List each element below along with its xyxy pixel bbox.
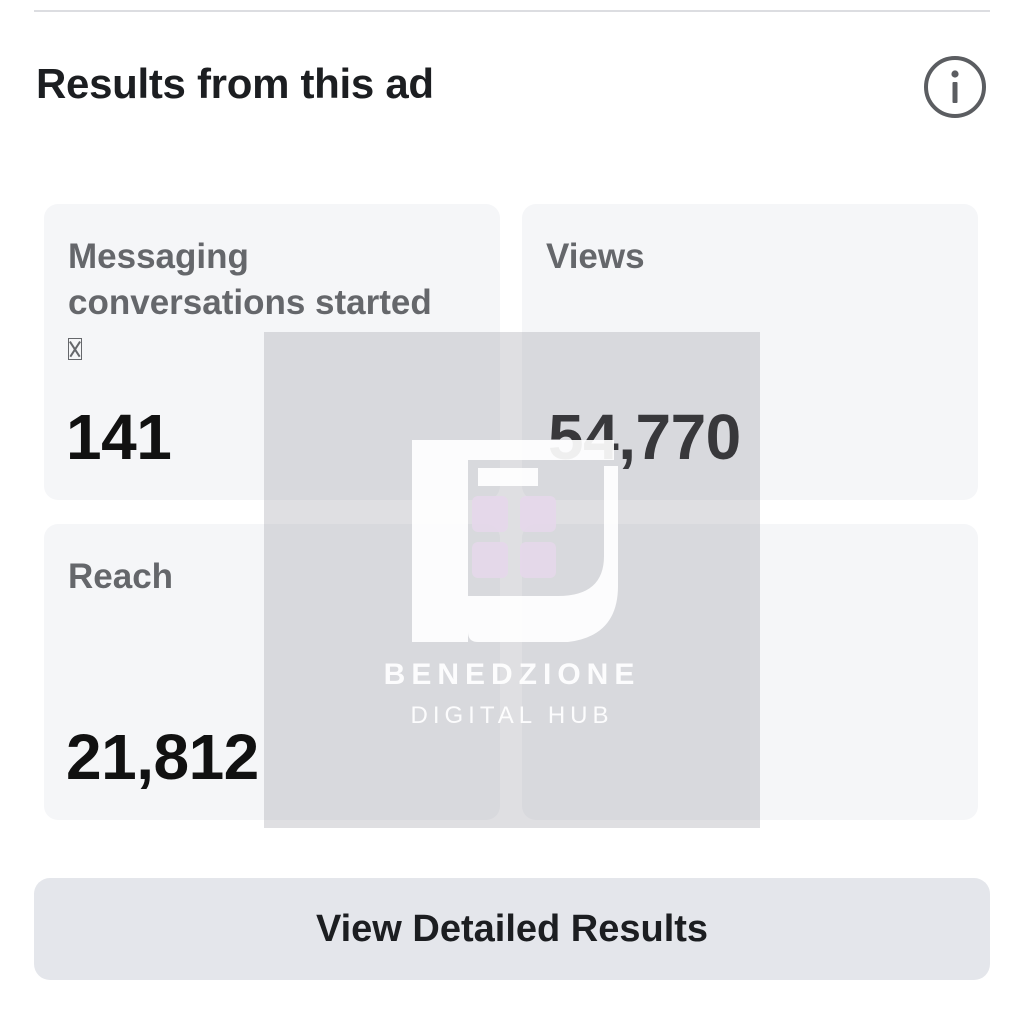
missing-glyph-icon	[68, 338, 82, 360]
metric-value: 54,770	[548, 401, 741, 473]
metric-card-empty	[522, 524, 978, 820]
metric-card-views[interactable]: Views 54,770	[522, 204, 978, 500]
info-icon	[922, 54, 988, 120]
metric-card-reach[interactable]: Reach 21,812	[44, 524, 500, 820]
metric-value: 21,812	[66, 721, 259, 793]
metric-card-messaging[interactable]: Messaging conversations started 141	[44, 204, 500, 500]
view-detailed-results-button[interactable]: View Detailed Results	[34, 878, 990, 980]
results-screen: Results from this ad Messaging conversat…	[0, 0, 1024, 1024]
metric-label: Reach	[68, 557, 174, 596]
divider	[34, 10, 990, 12]
metric-label: Views	[546, 237, 645, 276]
metric-label: Messaging conversations started	[68, 237, 432, 322]
info-button[interactable]	[922, 54, 988, 120]
metric-value: 141	[66, 401, 172, 473]
section-title: Results from this ad	[36, 60, 434, 107]
